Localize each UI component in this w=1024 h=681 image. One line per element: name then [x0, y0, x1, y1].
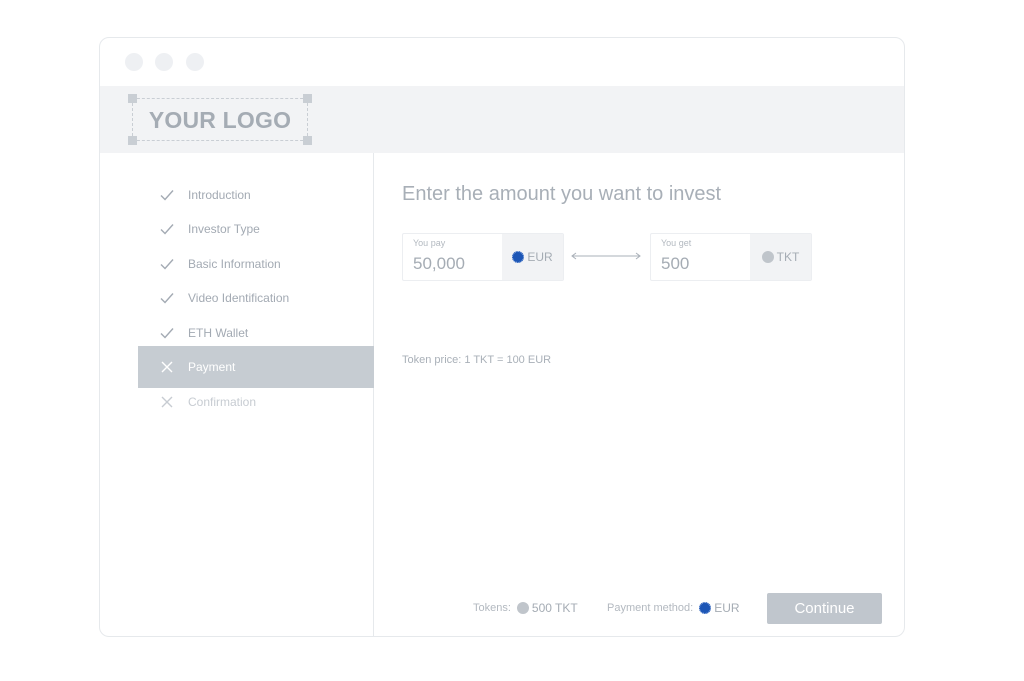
resize-handle — [128, 136, 137, 145]
step-label: ETH Wallet — [188, 326, 249, 340]
window-control-dot[interactable] — [186, 53, 204, 71]
step-confirmation[interactable]: Confirmation — [138, 381, 374, 423]
window-control-dot[interactable] — [155, 53, 173, 71]
tokens-summary: Tokens: 500 TKT — [473, 601, 578, 615]
logo-placeholder: YOUR LOGO — [128, 94, 312, 145]
token-coin-icon — [761, 251, 774, 263]
main-panel: Enter the amount you want to invest You … — [375, 153, 904, 636]
step-label: Payment — [188, 360, 236, 374]
window-control-dot[interactable] — [125, 53, 143, 71]
check-icon — [159, 221, 175, 237]
steps-sidebar: Introduction Investor Type Basic Informa… — [100, 153, 374, 636]
pay-currency-label: EUR — [527, 250, 553, 264]
eur-coin-icon — [699, 602, 712, 614]
payment-method-value: EUR — [714, 601, 740, 615]
eur-coin-icon — [512, 251, 525, 263]
app-header: YOUR LOGO — [100, 86, 904, 153]
tokens-value: 500 TKT — [531, 601, 578, 615]
step-label: Basic Information — [188, 257, 281, 271]
step-label: Video Identification — [188, 291, 290, 305]
payment-method-summary: Payment method: EUR — [607, 601, 740, 615]
app-window: YOUR LOGO Introduction Investor Type Bas… — [99, 37, 905, 637]
step-label: Introduction — [188, 188, 251, 202]
continue-button[interactable]: Continue — [767, 593, 882, 624]
check-icon — [159, 325, 175, 341]
resize-handle — [303, 94, 312, 103]
get-amount-value[interactable]: 500 — [661, 254, 689, 274]
check-icon — [159, 290, 175, 306]
window-titlebar — [100, 38, 904, 86]
resize-handle — [128, 94, 137, 103]
step-label: Confirmation — [188, 395, 257, 409]
payment-method-label: Payment method: — [607, 602, 694, 614]
pay-amount-field[interactable]: You pay 50,000 EUR — [402, 233, 564, 281]
logo-text: YOUR LOGO — [148, 107, 292, 133]
check-icon — [159, 256, 175, 272]
check-icon — [159, 187, 175, 203]
get-field-label: You get — [661, 238, 692, 248]
tokens-label: Tokens: — [473, 602, 511, 614]
pay-field-label: You pay — [413, 238, 446, 248]
page-title: Enter the amount you want to invest — [402, 183, 722, 205]
token-price-text: Token price: 1 TKT = 100 EUR — [402, 354, 552, 366]
token-coin-icon — [516, 602, 529, 614]
swap-arrows-icon — [571, 252, 641, 260]
get-amount-field[interactable]: You get 500 TKT — [650, 233, 812, 281]
get-currency-label: TKT — [776, 250, 800, 264]
resize-handle — [303, 136, 312, 145]
close-icon — [159, 394, 175, 410]
close-icon — [159, 359, 175, 375]
pay-amount-value[interactable]: 50,000 — [413, 254, 465, 274]
step-label: Investor Type — [188, 222, 260, 236]
pay-currency-selector[interactable]: EUR — [502, 234, 563, 280]
get-currency-selector[interactable]: TKT — [750, 234, 811, 280]
